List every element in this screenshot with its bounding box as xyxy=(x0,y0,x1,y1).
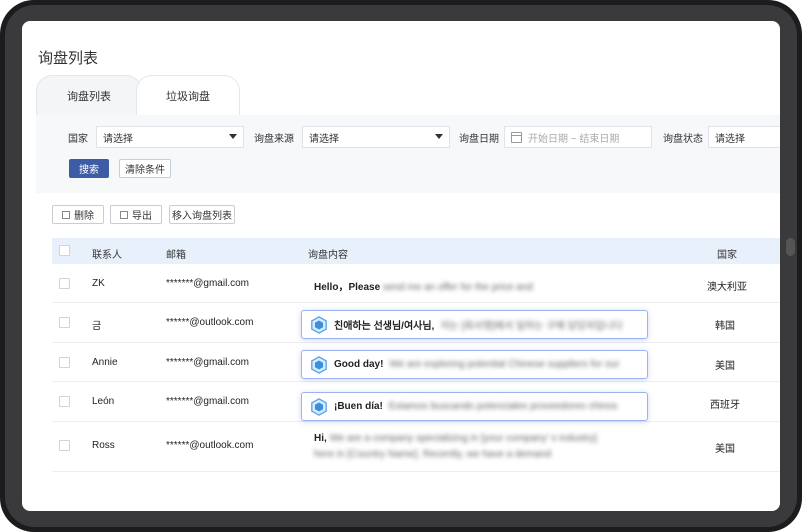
source-select[interactable]: 请选择 xyxy=(302,126,450,148)
bubble-greeting: ¡Buen día! xyxy=(334,401,383,412)
row-checkbox[interactable] xyxy=(59,396,70,407)
row-checkbox[interactable] xyxy=(59,357,70,368)
translated-message-bubble[interactable]: Good day! We are exploring potential Chi… xyxy=(301,350,648,379)
status-select-value: 请选择 xyxy=(715,133,745,145)
row-contact: ZK xyxy=(92,278,105,289)
app-screen: 询盘列表 询盘列表 垃圾询盘 国家 请选择 询盘来源 请选择 询盘日期 开始日期… xyxy=(22,21,780,511)
status-select[interactable]: 请选择 xyxy=(708,126,780,148)
country-select[interactable]: 请选择 xyxy=(96,126,244,148)
translated-message-bubble[interactable]: 친애하는 선생님/여사님, 저는 [회사명]에서 일하는 구매 담당자입니다 xyxy=(301,310,648,339)
table-row[interactable]: Ross ******@outlook.com Hi, We are a com… xyxy=(52,421,780,472)
search-button[interactable]: 搜索 xyxy=(69,159,109,178)
status-filter-label: 询盘状态 xyxy=(663,134,703,145)
filter-panel: 国家 请选择 询盘来源 请选择 询盘日期 开始日期 ~ 结束日期 询盘状态 请选… xyxy=(36,115,780,193)
row-country: 美国 xyxy=(715,444,735,455)
row-email: *******@gmail.com xyxy=(166,278,249,289)
row-email: *******@gmail.com xyxy=(166,357,249,368)
country-filter-label: 国家 xyxy=(68,134,88,145)
select-all-checkbox[interactable] xyxy=(59,245,70,256)
country-select-value: 请选择 xyxy=(103,133,133,145)
header-email: 邮箱 xyxy=(166,250,186,261)
source-select-value: 请选择 xyxy=(309,133,339,145)
tablet-camera xyxy=(786,238,795,256)
translated-message-bubble[interactable]: ¡Buen día! Estamos buscando potenciales … xyxy=(301,392,648,421)
table-row[interactable]: ZK *******@gmail.com Hello，Please send m… xyxy=(52,264,780,303)
table-header: 联系人 邮箱 询盘内容 国家 xyxy=(52,238,780,264)
row-email: ******@outlook.com xyxy=(166,440,254,451)
tab-bar: 询盘列表 垃圾询盘 xyxy=(36,75,780,115)
date-range-placeholder: 开始日期 ~ 结束日期 xyxy=(528,133,620,145)
delete-button-label: 删除 xyxy=(74,211,94,222)
date-filter-label: 询盘日期 xyxy=(459,134,499,145)
clear-filters-button[interactable]: 清除条件 xyxy=(119,159,171,178)
trash-icon xyxy=(62,210,70,219)
export-button[interactable]: 导出 xyxy=(110,205,162,224)
row-content-rest: send me an offer for the price and xyxy=(382,282,533,293)
header-contact: 联系人 xyxy=(92,250,122,261)
row-contact: León xyxy=(92,396,115,407)
row-contact: Annie xyxy=(92,357,118,368)
row-content-greeting: Hello，Please xyxy=(314,282,381,293)
row-country: 西班牙 xyxy=(710,400,740,411)
header-content: 询盘内容 xyxy=(308,250,348,261)
bubble-rest: Estamos buscando potenciales proveedores… xyxy=(388,401,618,412)
row-content-greeting: Hi, xyxy=(314,433,327,444)
chevron-down-icon xyxy=(229,134,237,139)
tab-spam-inquiry[interactable]: 垃圾询盘 xyxy=(136,75,240,115)
row-content-rest: We are a company specializing in [your c… xyxy=(329,433,597,444)
row-content: Hi, We are a company specializing in [yo… xyxy=(314,431,614,463)
tablet-bezel: 询盘列表 询盘列表 垃圾询盘 国家 请选择 询盘来源 请选择 询盘日期 开始日期… xyxy=(0,0,802,532)
row-checkbox[interactable] xyxy=(59,440,70,451)
tab-inquiry-list[interactable]: 询盘列表 xyxy=(36,75,142,115)
chevron-down-icon xyxy=(435,134,443,139)
source-filter-label: 询盘来源 xyxy=(254,134,294,145)
export-icon xyxy=(120,210,128,219)
calendar-icon xyxy=(511,131,522,143)
row-email: *******@gmail.com xyxy=(166,396,249,407)
row-contact: Ross xyxy=(92,440,115,451)
row-country: 韩国 xyxy=(715,321,735,332)
date-range-picker[interactable]: 开始日期 ~ 结束日期 xyxy=(504,126,652,148)
delete-button[interactable]: 删除 xyxy=(52,205,104,224)
row-email: ******@outlook.com xyxy=(166,317,254,328)
row-contact: 금 xyxy=(92,321,102,332)
row-country: 美国 xyxy=(715,361,735,372)
bubble-greeting: 친애하는 선생님/여사님, xyxy=(334,321,435,332)
bubble-rest: We are exploring potential Chinese suppl… xyxy=(389,359,620,370)
row-content-rest-line2: here in [Country Name]. Recently, we hav… xyxy=(314,449,552,460)
bubble-rest: 저는 [회사명]에서 일하는 구매 담당자입니다 xyxy=(440,321,623,332)
row-country: 澳大利亚 xyxy=(707,282,747,293)
ai-translate-icon xyxy=(311,397,327,416)
page-title: 询盘列表 xyxy=(38,50,99,67)
move-to-inquiry-list-button[interactable]: 移入询盘列表 xyxy=(169,205,235,224)
ai-translate-icon xyxy=(311,355,327,374)
bubble-greeting: Good day! xyxy=(334,359,384,370)
ai-translate-icon xyxy=(311,315,327,334)
row-checkbox[interactable] xyxy=(59,317,70,328)
row-checkbox[interactable] xyxy=(59,278,70,289)
header-country: 国家 xyxy=(717,250,737,261)
export-button-label: 导出 xyxy=(132,211,152,222)
row-content: Hello，Please send me an offer for the pr… xyxy=(314,278,533,293)
